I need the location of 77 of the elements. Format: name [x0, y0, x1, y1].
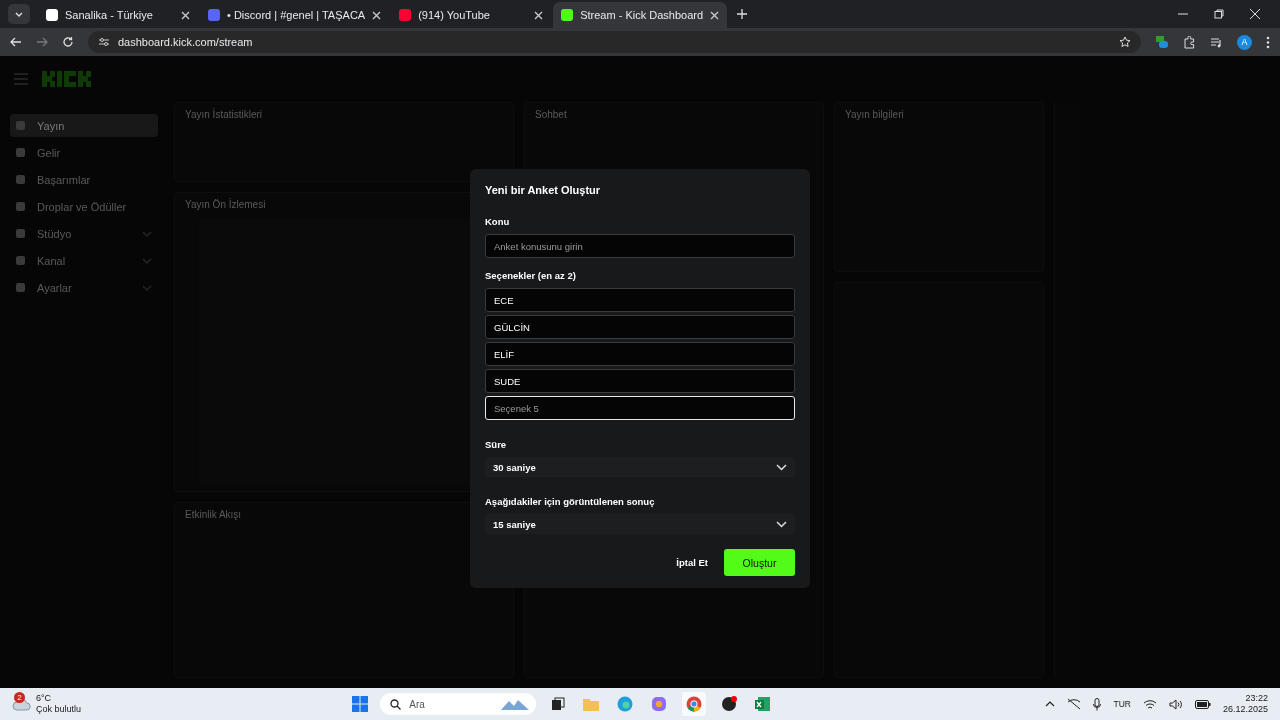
- favicon-icon: [46, 9, 58, 21]
- back-icon[interactable]: [10, 36, 22, 48]
- close-icon[interactable]: [710, 10, 720, 20]
- close-icon[interactable]: [181, 10, 190, 20]
- profile-avatar[interactable]: A: [1237, 34, 1252, 50]
- option-input-field[interactable]: SUDE: [485, 369, 795, 393]
- network-off-icon[interactable]: [1067, 698, 1082, 710]
- nav-icon: [16, 202, 25, 211]
- option-input-field[interactable]: ELİF: [485, 342, 795, 366]
- dialog-title: Yeni bir Anket Oluştur: [485, 184, 602, 196]
- favicon-icon: [208, 9, 220, 21]
- topic-input-field[interactable]: Anket konusunu girin: [485, 234, 795, 258]
- nav-icon: [16, 283, 25, 292]
- chevron-up-icon[interactable]: [1045, 701, 1056, 707]
- tab-title: Stream - Kick Dashboard: [580, 9, 704, 21]
- option-input-field[interactable]: GÜLCİN: [485, 315, 795, 339]
- panel-title: Etkinlik Akışı: [185, 509, 243, 520]
- media-icon[interactable]: [1210, 35, 1223, 49]
- battery-icon[interactable]: [1194, 699, 1211, 709]
- mountain-icon: [500, 697, 531, 711]
- field-label: Aşağıdakiler için görüntülenen sonuç: [485, 496, 656, 507]
- option-input-field[interactable]: Seçenek 5: [485, 396, 795, 420]
- temperature-text: 6°C: [36, 693, 53, 704]
- option-input-field[interactable]: ECE: [485, 288, 795, 312]
- wifi-icon[interactable]: [1142, 698, 1157, 710]
- chrome-taskbar-button[interactable]: [682, 692, 707, 716]
- star-icon[interactable]: [1119, 36, 1131, 48]
- start-icon[interactable]: [352, 696, 369, 712]
- duration-select[interactable]: 30 saniye: [485, 457, 795, 477]
- favicon-icon: [399, 9, 412, 21]
- close-icon[interactable]: [534, 10, 544, 20]
- search-icon: [390, 698, 402, 710]
- create-button[interactable]: Oluştur: [724, 549, 795, 576]
- close-icon[interactable]: [372, 10, 382, 20]
- puzzle-icon[interactable]: [1183, 35, 1196, 49]
- clock[interactable]: 23:22 26.12.2025: [1222, 693, 1268, 715]
- panel-title: Yayın Ön İzlemesi: [185, 199, 267, 210]
- field-label: Seçenekler (en az 2): [485, 270, 577, 281]
- more-icon[interactable]: [1266, 35, 1270, 49]
- taskbar-search-field[interactable]: Ara: [380, 693, 537, 715]
- field-label: Konu: [485, 216, 511, 227]
- new-tab-icon[interactable]: [737, 9, 748, 19]
- browser-tab[interactable]: (914) YouTube: [391, 2, 552, 28]
- tab-title: Sanalika - Türkiye: [65, 9, 154, 21]
- field-label: Süre: [485, 439, 508, 450]
- volume-icon[interactable]: [1168, 698, 1183, 710]
- chevron-icon: [776, 463, 787, 471]
- notification-badge: 2: [14, 692, 25, 703]
- panel-title: Yayın İstatistikleri: [185, 109, 264, 120]
- favicon-icon: [561, 9, 574, 21]
- panel-title: Sohbet: [535, 109, 568, 120]
- result-duration-select[interactable]: 15 saniye: [485, 514, 795, 534]
- browser-tab[interactable]: • Discord | #genel | TAŞACA: [200, 2, 390, 28]
- nav-icon: [16, 175, 25, 184]
- microphone-icon[interactable]: [1093, 697, 1102, 711]
- tab-title: (914) YouTube: [418, 9, 491, 21]
- extension-icon[interactable]: [1155, 35, 1169, 49]
- site-settings-icon[interactable]: [98, 36, 110, 48]
- reload-icon[interactable]: [62, 36, 74, 48]
- address-bar[interactable]: dashboard.kick.com/stream: [88, 31, 1141, 53]
- chevron-icon: [776, 520, 787, 528]
- weather-text: Çok bulutlu: [36, 704, 82, 715]
- forward-icon[interactable]: [36, 36, 48, 48]
- panel-title: Yayın bilgileri: [845, 109, 905, 120]
- browser-tab[interactable]: Sanalika - Türkiye: [38, 2, 198, 28]
- tab-search-icon[interactable]: [8, 4, 30, 24]
- sidebar-item[interactable]: Yayın: [10, 114, 158, 137]
- cancel-button[interactable]: İptal Et: [672, 553, 712, 572]
- nav-icon: [16, 229, 25, 238]
- browser-tab[interactable]: Stream - Kick Dashboard: [553, 2, 728, 28]
- nav-icon: [16, 121, 25, 130]
- nav-icon: [16, 148, 25, 157]
- close-icon[interactable]: [1250, 9, 1260, 19]
- restore-icon[interactable]: [1214, 9, 1224, 19]
- nav-icon: [16, 256, 25, 265]
- language-indicator[interactable]: TUR: [1113, 699, 1131, 709]
- tab-title: • Discord | #genel | TAŞACA: [227, 9, 366, 21]
